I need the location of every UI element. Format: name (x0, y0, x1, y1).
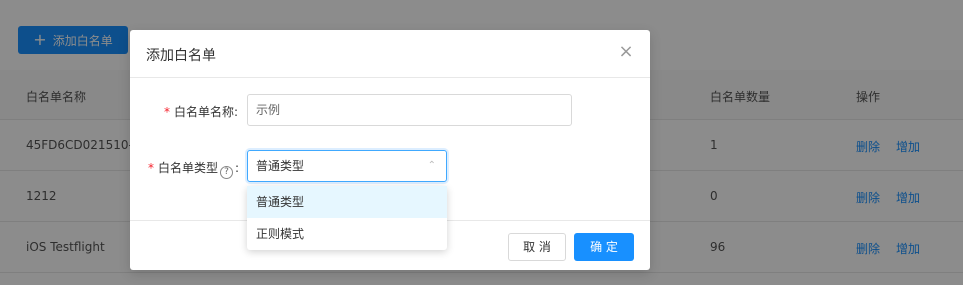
dropdown-option-regex[interactable]: 正则模式 (247, 218, 447, 250)
cancel-button[interactable]: 取 消 (508, 233, 566, 261)
select-value: 普通类型 (256, 159, 305, 173)
whitelist-type-label-text: 白名单类型 (158, 161, 219, 175)
modal-header: 添加白名单 × (130, 30, 650, 78)
whitelist-name-input[interactable]: 示例 (247, 94, 572, 126)
type-label-colon: : (235, 161, 240, 175)
close-icon[interactable]: × (618, 42, 634, 62)
modal-title: 添加白名单 (146, 48, 216, 64)
help-icon[interactable]: ? (220, 166, 234, 179)
ok-button[interactable]: 确 定 (574, 233, 634, 261)
whitelist-name-label-text: 白名单名称: (174, 105, 239, 119)
type-dropdown-menu: 普通类型 正则模式 (247, 186, 447, 250)
whitelist-type-select[interactable]: 普通类型 ⌃ (247, 150, 447, 182)
dropdown-option-normal[interactable]: 普通类型 (247, 186, 447, 218)
chevron-up-icon: ⌃ (427, 160, 436, 171)
required-mark: * (164, 105, 170, 119)
whitelist-type-label: * 白名单类型?: (148, 159, 239, 179)
whitelist-name-label: * 白名单名称: (164, 103, 238, 120)
required-mark: * (148, 161, 154, 175)
